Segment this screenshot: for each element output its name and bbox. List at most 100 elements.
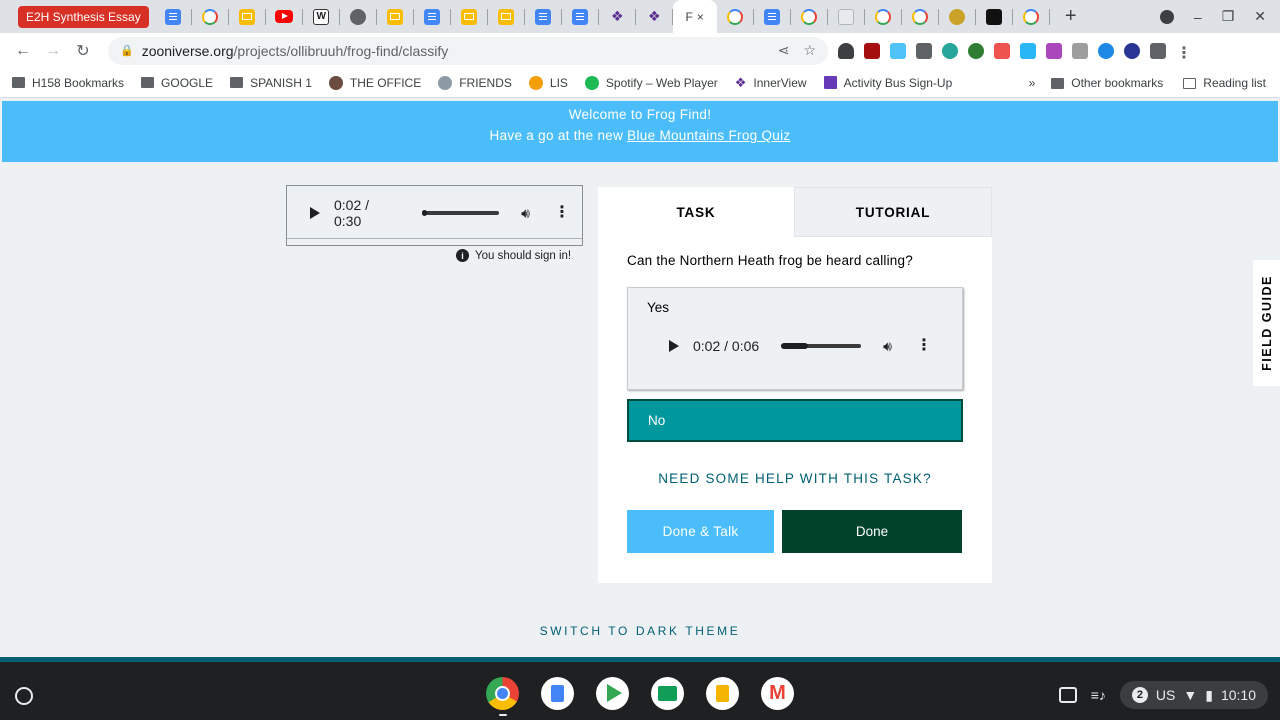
audio-seek-fill xyxy=(421,210,428,216)
field-guide-button[interactable]: FIELD GUIDE xyxy=(1253,260,1280,386)
play-store-icon[interactable] xyxy=(596,677,629,710)
tab-google-4[interactable] xyxy=(865,0,902,33)
tab-google-1[interactable] xyxy=(192,0,229,33)
media-controls-icon[interactable]: ≡♪ xyxy=(1091,687,1106,703)
gmail-icon[interactable] xyxy=(761,677,794,710)
tab-slides-1[interactable] xyxy=(229,0,266,33)
play-icon[interactable] xyxy=(310,207,320,219)
tab-medium[interactable] xyxy=(976,0,1013,33)
forward-icon[interactable]: → xyxy=(38,42,68,60)
holding-space-icon[interactable] xyxy=(1058,687,1077,703)
lock-icon[interactable]: 🔒 xyxy=(120,44,134,57)
menu-kebab-icon[interactable]: ⋮ xyxy=(1176,43,1192,62)
bookmarks-overflow-icon[interactable]: » xyxy=(1029,76,1036,90)
chrome-icon[interactable] xyxy=(486,677,519,710)
bookmark-the-office[interactable]: THE OFFICE xyxy=(328,75,421,90)
tab-google-6[interactable] xyxy=(1013,0,1050,33)
extension-icon[interactable] xyxy=(1124,42,1140,59)
done-talk-button[interactable]: Done & Talk xyxy=(627,510,774,553)
bookmark-spanish[interactable]: SPANISH 1 xyxy=(230,76,312,90)
status-area[interactable]: 2 US ▼ ▮ 10:10 xyxy=(1119,681,1268,709)
bookmark-google[interactable]: GOOGLE xyxy=(141,76,213,90)
answer-no[interactable]: No xyxy=(627,399,963,442)
reload-icon[interactable]: ↻ xyxy=(68,41,98,61)
docs-icon xyxy=(572,8,589,25)
tab-google-2[interactable] xyxy=(717,0,754,33)
done-button[interactable]: Done xyxy=(782,510,962,553)
bookmarks-bar: H158 Bookmarks GOOGLE SPANISH 1 THE OFFI… xyxy=(0,68,1280,98)
minimize-icon[interactable]: – xyxy=(1194,9,1202,25)
bookmark-star-icon[interactable]: ☆ xyxy=(803,42,816,59)
bookmark-friends[interactable]: FRIENDS xyxy=(438,75,512,90)
extension-icon[interactable] xyxy=(890,42,906,59)
subject-audio-player[interactable]: 0:02 / 0:30 🔊︎ ⋮ xyxy=(300,193,570,233)
docs-icon[interactable] xyxy=(541,677,574,710)
more-options-icon[interactable]: ⋮ xyxy=(554,205,570,221)
tab-youtube[interactable] xyxy=(266,0,303,33)
more-options-icon[interactable]: ⋮ xyxy=(916,338,932,354)
frog-quiz-link[interactable]: Blue Mountains Frog Quiz xyxy=(627,128,790,143)
restore-icon[interactable]: ❐ xyxy=(1222,8,1235,25)
account-icon[interactable] xyxy=(1159,9,1174,24)
extensions-area: ⋮ xyxy=(838,42,1192,62)
tab-innerview-1[interactable]: ❖ xyxy=(599,0,636,33)
extension-icon[interactable] xyxy=(994,42,1010,59)
tab-e2h-synthesis-essay[interactable]: E2H Synthesis Essay xyxy=(18,5,149,28)
tab-slides-4[interactable] xyxy=(488,0,525,33)
close-window-icon[interactable]: ✕ xyxy=(1254,8,1266,25)
extension-icon[interactable] xyxy=(838,42,854,59)
bookmark-spotify[interactable]: Spotify – Web Player xyxy=(584,75,718,90)
puzzle-icon[interactable] xyxy=(1150,42,1166,59)
extension-icon[interactable] xyxy=(1020,42,1036,59)
tab-google-5[interactable] xyxy=(902,0,939,33)
wifi-icon: ▼ xyxy=(1183,687,1198,703)
answer-yes-audio-player[interactable]: 0:02 / 0:06 🔊︎ ⋮ xyxy=(647,326,943,366)
bookmark-lis[interactable]: LIS xyxy=(528,75,568,90)
help-link[interactable]: NEED SOME HELP WITH THIS TASK? xyxy=(598,471,992,486)
tab-docs-3[interactable] xyxy=(525,0,562,33)
audio-seek-bar[interactable] xyxy=(421,210,500,216)
tab-docs-5[interactable] xyxy=(754,0,791,33)
tab-innerview-2[interactable]: ❖ xyxy=(636,0,673,33)
extension-icon[interactable] xyxy=(916,42,932,59)
volume-icon[interactable]: 🔊︎ xyxy=(883,338,892,355)
back-icon[interactable]: ← xyxy=(8,42,38,60)
tab-gold[interactable] xyxy=(939,0,976,33)
extension-icon[interactable] xyxy=(1072,42,1088,59)
tab-w[interactable]: W xyxy=(303,0,340,33)
tab-frog-find-current[interactable]: F × xyxy=(672,0,717,33)
tab-google-3[interactable] xyxy=(791,0,828,33)
share-icon[interactable]: ⋖ xyxy=(778,42,790,59)
tab-task[interactable]: TASK xyxy=(598,187,794,237)
extension-icon[interactable] xyxy=(1098,42,1114,59)
bookmark-innerview[interactable]: ❖ InnerView xyxy=(735,75,807,91)
other-bookmarks[interactable]: Other bookmarks xyxy=(1051,76,1163,90)
address-bar[interactable]: 🔒 zooniverse.org/projects/ollibruuh/frog… xyxy=(108,36,828,65)
extension-icon[interactable] xyxy=(1046,42,1062,59)
play-icon[interactable] xyxy=(669,340,679,352)
extension-icon[interactable] xyxy=(864,42,880,59)
audio-seek-bar[interactable] xyxy=(781,343,862,349)
tab-docs-2[interactable] xyxy=(414,0,451,33)
reading-list[interactable]: Reading list xyxy=(1183,76,1266,90)
bookmarks-right: » Other bookmarks Reading list xyxy=(1029,68,1266,98)
tab-globe[interactable] xyxy=(340,0,377,33)
slides-icon[interactable] xyxy=(706,677,739,710)
extension-icon[interactable] xyxy=(968,42,984,59)
bookmark-activity-bus[interactable]: Activity Bus Sign-Up xyxy=(823,76,952,90)
tab-slides-3[interactable] xyxy=(451,0,488,33)
volume-icon[interactable]: 🔊︎ xyxy=(521,205,530,222)
slides-icon xyxy=(498,8,515,25)
tab-docs-4[interactable] xyxy=(562,0,599,33)
person-icon xyxy=(328,75,343,90)
new-tab-button[interactable]: + xyxy=(1056,5,1086,28)
tab-tutorial[interactable]: TUTORIAL xyxy=(794,187,992,237)
tab-close-icon[interactable]: × xyxy=(697,10,704,24)
classroom-icon[interactable] xyxy=(651,677,684,710)
switch-dark-theme-link[interactable]: SWITCH TO DARK THEME xyxy=(0,624,1280,638)
tab-docs-1[interactable] xyxy=(155,0,192,33)
extension-icon[interactable] xyxy=(942,42,958,59)
tab-zoo[interactable] xyxy=(828,0,865,33)
tab-slides-2[interactable] xyxy=(377,0,414,33)
bookmark-h158[interactable]: H158 Bookmarks xyxy=(12,76,124,90)
